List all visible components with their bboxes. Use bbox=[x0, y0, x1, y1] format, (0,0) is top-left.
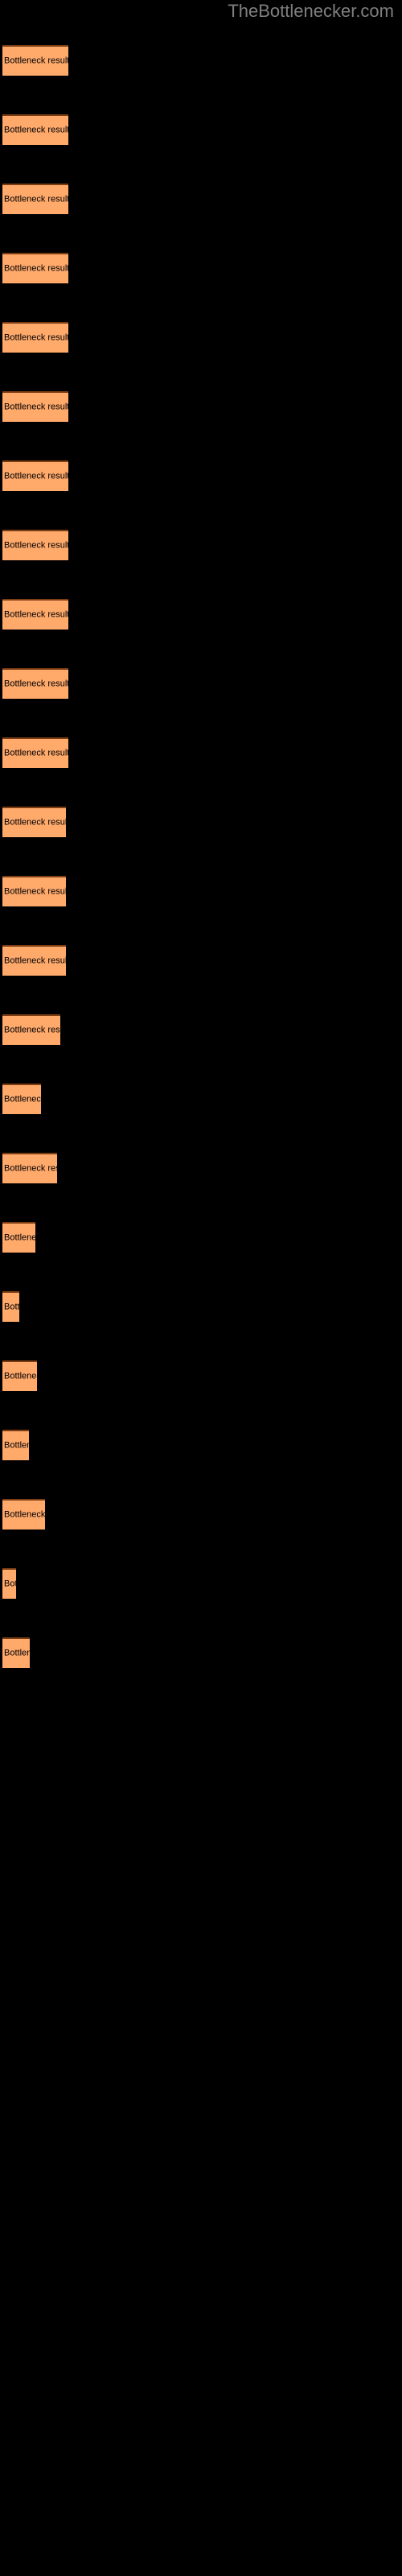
bar-row: Bottleneck result bbox=[0, 322, 402, 353]
bottleneck-result-bar[interactable]: Bottleneck result bbox=[2, 1153, 57, 1183]
bar-label: Bottleneck result bbox=[4, 956, 66, 966]
bottleneck-result-bar[interactable]: Bottleneck result bbox=[2, 253, 68, 283]
bottleneck-result-bar[interactable]: Bottleneck result bbox=[2, 114, 68, 145]
bar-label: Bottleneck result bbox=[4, 125, 68, 135]
bar-label: Bottleneck result bbox=[4, 886, 66, 897]
bottleneck-result-bar[interactable]: Bottleneck result bbox=[2, 1568, 16, 1599]
bar-row: Bottleneck result bbox=[0, 1153, 402, 1183]
bar-label: Bottleneck result bbox=[4, 1163, 57, 1174]
bottleneck-result-bar[interactable]: Bottleneck result bbox=[2, 1637, 30, 1668]
bottleneck-result-bar[interactable]: Bottleneck result bbox=[2, 1499, 45, 1530]
bar-label: Bottleneck result bbox=[4, 1579, 16, 1589]
bar-label: Bottleneck result bbox=[4, 471, 68, 481]
bar-row: Bottleneck result bbox=[0, 460, 402, 491]
bar-label: Bottleneck result bbox=[4, 1025, 60, 1035]
bar-label: Bottleneck result bbox=[4, 540, 68, 551]
bar-row: Bottleneck result bbox=[0, 1430, 402, 1460]
bar-row: Bottleneck result bbox=[0, 945, 402, 976]
bottleneck-result-bar[interactable]: Bottleneck result bbox=[2, 599, 68, 630]
bar-row: Bottleneck result bbox=[0, 253, 402, 283]
bar-row: Bottleneck result bbox=[0, 1360, 402, 1391]
bar-row: Bottleneck result bbox=[0, 1568, 402, 1599]
bar-row: Bottleneck result bbox=[0, 737, 402, 768]
bar-row: Bottleneck result bbox=[0, 1222, 402, 1253]
bar-row: Bottleneck result bbox=[0, 1637, 402, 1668]
bar-label: Bottleneck result bbox=[4, 56, 68, 66]
bottleneck-result-bar[interactable]: Bottleneck result bbox=[2, 1430, 29, 1460]
bar-row: Bottleneck result bbox=[0, 391, 402, 422]
bar-row: Bottleneck result bbox=[0, 184, 402, 214]
bar-series: Bottleneck result Bottleneck result Bottle… bbox=[0, 0, 402, 2576]
bar-row: Bottleneck result bbox=[0, 876, 402, 906]
bottleneck-result-bar[interactable]: Bottleneck result bbox=[2, 45, 68, 76]
bar-label: Bottleneck result bbox=[4, 748, 68, 758]
bar-row: Bottleneck result bbox=[0, 1014, 402, 1045]
bottleneck-result-bar[interactable]: Bottleneck result bbox=[2, 184, 68, 214]
bottleneck-result-bar[interactable]: Bottleneck result bbox=[2, 391, 68, 422]
bar-row: Bottleneck result bbox=[0, 530, 402, 560]
bar-label: Bottleneck result bbox=[4, 817, 66, 828]
bottleneck-result-bar[interactable]: Bottleneck result bbox=[2, 1084, 41, 1114]
bar-row: Bottleneck result bbox=[0, 599, 402, 630]
bottleneck-result-bar[interactable]: Bottleneck result bbox=[2, 737, 68, 768]
bar-label: Bottleneck result bbox=[4, 1648, 30, 1658]
bottleneck-result-bar[interactable]: Bottleneck result bbox=[2, 945, 66, 976]
bottleneck-result-bar[interactable]: Bottleneck result bbox=[2, 807, 66, 837]
bottleneck-bar-chart: TheBottlenecker.com Bottleneck result Bot… bbox=[0, 0, 402, 2576]
bar-row: Bottleneck result bbox=[0, 114, 402, 145]
bottleneck-result-bar[interactable]: Bottleneck result bbox=[2, 460, 68, 491]
bar-label: Bottleneck result bbox=[4, 194, 68, 204]
bar-row: Bottleneck result bbox=[0, 807, 402, 837]
bar-label: Bottleneck result bbox=[4, 1371, 37, 1381]
bar-row: Bottleneck result bbox=[0, 1084, 402, 1114]
bar-label: Bottleneck result bbox=[4, 1509, 45, 1520]
bar-row: Bottleneck result bbox=[0, 1291, 402, 1322]
bottleneck-result-bar[interactable]: Bottleneck result bbox=[2, 668, 68, 699]
bottleneck-result-bar[interactable]: Bottleneck result bbox=[2, 1014, 60, 1045]
bar-label: Bottleneck result bbox=[4, 1232, 35, 1243]
bar-label: Bottleneck result bbox=[4, 402, 68, 412]
bottleneck-result-bar[interactable]: Bottleneck result bbox=[2, 322, 68, 353]
bar-label: Bottleneck result bbox=[4, 679, 68, 689]
bar-row: Bottleneck result bbox=[0, 1499, 402, 1530]
bar-label: Bottleneck result bbox=[4, 332, 68, 343]
bar-label: Bottleneck result bbox=[4, 1440, 29, 1451]
bottleneck-result-bar[interactable]: Bottleneck result bbox=[2, 1222, 35, 1253]
bar-label: Bottleneck result bbox=[4, 609, 68, 620]
bar-row: Bottleneck result bbox=[0, 45, 402, 76]
bottleneck-result-bar[interactable]: Bottleneck result bbox=[2, 1360, 37, 1391]
bottleneck-result-bar[interactable]: Bottleneck result bbox=[2, 876, 66, 906]
bar-row: Bottleneck result bbox=[0, 668, 402, 699]
bar-label: Bottleneck result bbox=[4, 1302, 19, 1312]
bottleneck-result-bar[interactable]: Bottleneck result bbox=[2, 1291, 19, 1322]
bar-label: Bottleneck result bbox=[4, 263, 68, 274]
bar-label: Bottleneck result bbox=[4, 1094, 41, 1104]
bottleneck-result-bar[interactable]: Bottleneck result bbox=[2, 530, 68, 560]
